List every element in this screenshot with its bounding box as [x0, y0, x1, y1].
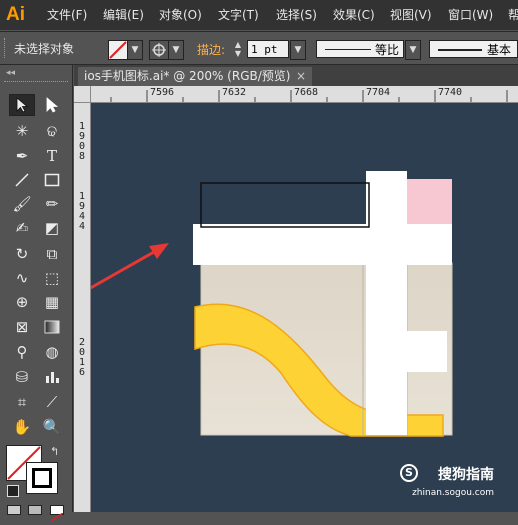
stroke-weight-input[interactable]: 1 pt — [247, 40, 289, 58]
menu-window[interactable]: 窗口(W) — [448, 0, 493, 30]
stroke-stepper[interactable]: ▲ ▼ — [232, 40, 244, 58]
ruler-origin[interactable] — [74, 86, 91, 103]
default-colors-icon[interactable] — [7, 485, 19, 497]
control-bar: 未选择对象 ▼ ▼ 描边: ▲ ▼ 1 pt ▼ 等比 ▼ 基本 — [0, 31, 518, 65]
menu-object[interactable]: 对象(O) — [159, 0, 202, 30]
target-icon — [152, 43, 166, 57]
hand-tool-icon[interactable]: ✋ — [9, 416, 35, 438]
blob-brush-tool-icon[interactable]: ✍ — [9, 217, 35, 239]
pencil-tool-icon[interactable]: ✏ — [39, 193, 65, 215]
collapse-panel-icon[interactable]: ◂◂ — [6, 68, 15, 78]
panel-grip-icon[interactable] — [4, 38, 9, 58]
selection-status: 未选择对象 — [14, 42, 75, 56]
artboard-tool-icon[interactable]: ⌗ — [9, 391, 35, 413]
mesh-tool-icon[interactable]: ⊠ — [9, 316, 35, 338]
no-fill-icon — [109, 41, 127, 59]
symbol-sprayer-tool-icon[interactable]: ⛁ — [9, 366, 35, 388]
panel-grip-icon[interactable] — [4, 81, 68, 86]
menu-help[interactable]: 帮 — [508, 0, 518, 30]
stroke-dropdown-icon[interactable]: ▼ — [168, 40, 184, 60]
rectangle-tool-icon[interactable] — [39, 169, 65, 191]
menu-view[interactable]: 视图(V) — [390, 0, 432, 30]
ruler-label: 7704 — [366, 87, 391, 98]
scale-tool-icon[interactable]: ⧉ — [39, 243, 65, 265]
none-mode-icon[interactable] — [50, 505, 64, 522]
direct-selection-tool-icon[interactable] — [39, 94, 65, 116]
gradient-mode-icon[interactable] — [28, 505, 42, 515]
ruler-label: 1944 — [78, 191, 86, 232]
line-segment-tool-icon[interactable] — [9, 169, 35, 191]
menu-file[interactable]: 文件(F) — [47, 0, 87, 30]
annotation-arrow-head — [149, 243, 169, 259]
width-tool-icon[interactable]: ∿ — [9, 267, 35, 289]
horizontal-ruler[interactable]: 7596 7632 7668 7704 7740 — [90, 86, 518, 103]
tools-panel: ◂◂ ✳ ଢ ✒ T 🖌 ✏ ✍ ◩ ↻ ⧉ ∿ ⬚ ⊕ ▦ ⊠ ⚲ ◍ ⛁ ⌗… — [0, 65, 73, 522]
menu-select[interactable]: 选择(S) — [276, 0, 317, 30]
app-logo: Ai — [6, 4, 25, 25]
ruler-label: 7740 — [438, 87, 463, 98]
selection-rectangle[interactable] — [200, 182, 370, 228]
brush-line — [438, 49, 482, 51]
free-transform-tool-icon[interactable]: ⬚ — [39, 267, 65, 289]
slice-tool-icon[interactable]: ⟋ — [39, 391, 65, 413]
artwork — [91, 171, 453, 437]
watermark-text: 搜狗指南 — [438, 467, 494, 483]
menu-edit[interactable]: 编辑(E) — [103, 0, 144, 30]
document-tab-title: ios手机图标.ai* @ 200% (RGB/预览) — [84, 69, 291, 83]
eyedropper-tool-icon[interactable]: ⚲ — [9, 341, 35, 363]
color-mode-icon[interactable] — [7, 505, 21, 515]
fill-swatch[interactable] — [108, 40, 128, 60]
ruler-label: 2016 — [78, 337, 86, 378]
pink-square[interactable] — [407, 179, 452, 224]
document-tab[interactable]: ios手机图标.ai* @ 200% (RGB/预览) × — [78, 67, 312, 86]
paintbrush-tool-icon[interactable]: 🖌 — [9, 193, 35, 215]
variable-width-profile[interactable]: 等比 — [316, 40, 404, 58]
stroke-color-indicator[interactable] — [26, 462, 58, 494]
canvas[interactable] — [91, 103, 518, 512]
profile-dropdown-icon[interactable]: ▼ — [405, 40, 421, 60]
column-graph-tool-icon[interactable] — [39, 366, 65, 388]
stroke-label[interactable]: 描边: — [197, 41, 225, 58]
vertical-ruler[interactable]: 1908 1944 2016 — [74, 86, 91, 512]
type-tool-icon[interactable]: T — [39, 145, 65, 167]
ruler-label: 1908 — [78, 121, 86, 162]
menu-type[interactable]: 文字(T) — [218, 0, 259, 30]
ruler-label: 7632 — [222, 87, 247, 98]
gradient-tool-icon[interactable] — [39, 316, 65, 338]
brush-definition[interactable]: 基本 — [429, 40, 518, 58]
blend-tool-icon[interactable]: ◍ — [39, 341, 65, 363]
fill-dropdown-icon[interactable]: ▼ — [127, 40, 143, 60]
pen-tool-icon[interactable]: ✒ — [9, 145, 35, 167]
selection-tool-icon[interactable] — [9, 94, 35, 116]
zoom-tool-icon[interactable]: 🔍 — [39, 416, 65, 438]
ruler-label: 7596 — [150, 87, 175, 98]
profile-line — [325, 49, 371, 50]
swap-fill-stroke-icon[interactable]: ↰ — [50, 445, 59, 458]
stroke-swatch[interactable] — [149, 40, 169, 60]
stroke-weight-dropdown-icon[interactable]: ▼ — [290, 40, 306, 60]
brush-label: 基本 — [487, 43, 512, 57]
menu-effect[interactable]: 效果(C) — [333, 0, 375, 30]
close-tab-icon[interactable]: × — [296, 67, 306, 86]
lasso-tool-icon[interactable]: ଢ — [39, 120, 65, 142]
profile-label: 等比 — [375, 43, 400, 57]
shape-builder-tool-icon[interactable]: ⊕ — [9, 291, 35, 313]
perspective-grid-tool-icon[interactable]: ▦ — [39, 291, 65, 313]
menu-bar: Ai 文件(F) 编辑(E) 对象(O) 文字(T) 选择(S) 效果(C) 视… — [0, 0, 518, 30]
rotate-tool-icon[interactable]: ↻ — [9, 243, 35, 265]
annotation-arrow — [91, 246, 162, 290]
watermark-url: zhinan.sogou.com — [412, 488, 494, 498]
magic-wand-tool-icon[interactable]: ✳ — [9, 120, 35, 142]
eraser-tool-icon[interactable]: ◩ — [39, 217, 65, 239]
ruler-label: 7668 — [294, 87, 319, 98]
watermark-logo-icon: S — [400, 464, 418, 482]
